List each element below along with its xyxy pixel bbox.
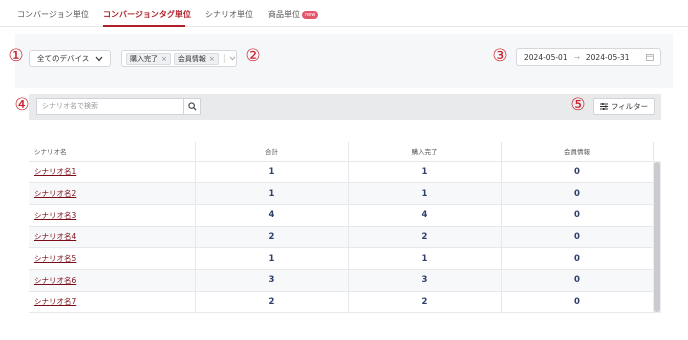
total-cell: 1	[195, 247, 349, 270]
date-arrow: →	[573, 52, 580, 62]
scenario-link[interactable]: シナリオ名5	[34, 254, 76, 263]
results-table: シナリオ名 合計 購入完了 会員情報 シナリオ名1 1 1 0 シナリオ名2 1…	[29, 142, 654, 314]
marker-5: ⑤	[570, 95, 586, 115]
marker-2: ②	[245, 46, 261, 66]
total-cell: 1	[195, 161, 349, 184]
purchase-cell: 1	[348, 182, 502, 205]
scenario-cell: シナリオ名2	[29, 182, 196, 205]
tab-product[interactable]: 商品単位 new	[268, 9, 319, 20]
purchase-cell: 4	[348, 204, 502, 227]
date-from: 2024-05-01	[524, 52, 568, 62]
scenario-link[interactable]: シナリオ名2	[34, 189, 76, 198]
purchase-cell: 1	[348, 247, 502, 270]
scenario-cell: シナリオ名4	[29, 226, 196, 249]
table-row: シナリオ名6 3 3 0	[29, 269, 654, 292]
search-button[interactable]	[183, 98, 201, 115]
purchase-cell: 1	[348, 161, 502, 184]
table-row: シナリオ名1 1 1 0	[29, 161, 654, 184]
tab-scenario[interactable]: シナリオ単位	[205, 9, 253, 20]
filter-button-label: フィルター	[610, 102, 649, 111]
scenario-link[interactable]: シナリオ名7	[34, 297, 76, 306]
purchase-cell: 3	[348, 269, 502, 292]
scenario-cell: シナリオ名7	[29, 291, 196, 314]
member-cell: 0	[501, 204, 654, 227]
marker-4: ④	[14, 95, 30, 115]
column-header-total[interactable]: 合計	[195, 142, 349, 162]
tag-chip-member: 会員情報 ×	[173, 52, 219, 65]
scenario-link[interactable]: シナリオ名3	[34, 211, 76, 220]
tag-chip-label: 会員情報	[177, 54, 206, 63]
scenario-cell: シナリオ名6	[29, 269, 196, 292]
marker-3: ③	[492, 46, 508, 66]
tab-conversion[interactable]: コンバージョン単位	[17, 9, 89, 20]
member-cell: 0	[501, 269, 654, 292]
tab-conversion-tag[interactable]: コンバージョンタグ単位	[103, 9, 191, 20]
total-cell: 2	[195, 291, 349, 314]
date-range-picker[interactable]: 2024-05-01 → 2024-05-31	[516, 48, 661, 66]
divider: |	[222, 53, 226, 64]
remove-tag-icon[interactable]: ×	[161, 55, 167, 63]
column-header-scenario[interactable]: シナリオ名	[29, 142, 196, 162]
filter-button[interactable]: フィルター	[593, 98, 655, 115]
total-cell: 3	[195, 269, 349, 292]
scenario-link[interactable]: シナリオ名4	[34, 232, 76, 241]
total-cell: 4	[195, 204, 349, 227]
calendar-icon	[646, 54, 654, 61]
table-row: シナリオ名4 2 2 0	[29, 226, 654, 249]
member-cell: 0	[501, 182, 654, 205]
total-cell: 2	[195, 226, 349, 249]
marker-1: ①	[8, 46, 24, 66]
tab-bar: コンバージョン単位 コンバージョンタグ単位 シナリオ単位 商品単位 new	[0, 0, 688, 27]
table-scrollbar-thumb[interactable]	[654, 162, 660, 312]
column-header-purchase[interactable]: 購入完了	[348, 142, 502, 162]
tag-chip-label: 購入完了	[130, 54, 158, 63]
new-badge: new	[302, 11, 319, 19]
scenario-cell: シナリオ名1	[29, 161, 196, 184]
active-tab-indicator	[103, 25, 185, 27]
column-header-member[interactable]: 会員情報	[501, 142, 654, 162]
sliders-icon	[599, 103, 608, 110]
tab-product-label: 商品単位	[268, 10, 300, 19]
total-cell: 1	[195, 182, 349, 205]
device-select-value: 全てのデバイス	[37, 54, 90, 63]
member-cell: 0	[501, 226, 654, 249]
member-cell: 0	[501, 247, 654, 270]
chevron-down-icon	[229, 56, 236, 61]
table-row: シナリオ名7 2 2 0	[29, 291, 654, 314]
member-cell: 0	[501, 161, 654, 184]
table-row: シナリオ名5 1 1 0	[29, 247, 654, 270]
search-icon	[187, 102, 197, 111]
table-header-row: シナリオ名 合計 購入完了 会員情報	[29, 142, 654, 162]
scenario-cell: シナリオ名3	[29, 204, 196, 227]
chevron-down-icon	[95, 56, 103, 61]
search-input[interactable]: シナリオ名で検索	[36, 98, 184, 115]
remove-tag-icon[interactable]: ×	[209, 55, 215, 63]
purchase-cell: 2	[348, 226, 502, 249]
device-select[interactable]: 全てのデバイス	[29, 50, 111, 67]
table-row: シナリオ名3 4 4 0	[29, 204, 654, 227]
scenario-link[interactable]: シナリオ名1	[34, 167, 76, 176]
tag-chip-purchase: 購入完了 ×	[126, 52, 171, 65]
member-cell: 0	[501, 291, 654, 314]
tag-multiselect[interactable]: 購入完了 × 会員情報 × |	[121, 50, 237, 67]
purchase-cell: 2	[348, 291, 502, 314]
scenario-link[interactable]: シナリオ名6	[34, 276, 76, 285]
scenario-cell: シナリオ名5	[29, 247, 196, 270]
table-row: シナリオ名2 1 1 0	[29, 182, 654, 205]
date-to: 2024-05-31	[585, 52, 630, 62]
